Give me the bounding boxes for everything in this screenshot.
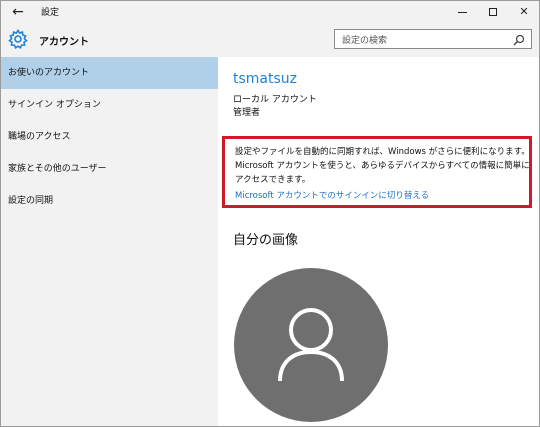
main-content: tsmatsuz ローカル アカウント 管理者 設定やファイルを自動的に同期すれ… (218, 57, 539, 426)
sidebar-item-label: 家族とその他のユーザー (8, 164, 107, 174)
sidebar-item-label: お使いのアカウント (8, 68, 90, 78)
microsoft-account-notice: 設定やファイルを自動的に同期すれば、Windows がさらに便利になります。Mi… (222, 136, 532, 208)
page-header: アカウント 設定の検索 (1, 23, 539, 57)
settings-window: ← 設定 ✕ アカウント 設定の検索 お使いのアカウント サインイン オプション… (0, 0, 540, 427)
search-placeholder: 設定の検索 (342, 36, 388, 46)
back-button[interactable]: ← (7, 2, 29, 22)
sidebar-item-your-account[interactable]: お使いのアカウント (1, 57, 218, 89)
account-username: tsmatsuz (233, 71, 298, 87)
sidebar-item-label: サインイン オプション (8, 100, 101, 110)
sidebar-item-family-users[interactable]: 家族とその他のユーザー (1, 153, 218, 185)
switch-to-microsoft-account-link[interactable]: Microsoft アカウントでのサインインに切り替える (235, 189, 429, 201)
sidebar-item-work-access[interactable]: 職場のアクセス (1, 121, 218, 153)
minimize-button[interactable] (447, 1, 477, 23)
maximize-button[interactable] (478, 1, 508, 23)
sidebar-item-label: 設定の同期 (8, 196, 54, 206)
avatar (234, 268, 388, 422)
arrow-left-icon: ← (12, 4, 24, 20)
search-icon[interactable] (513, 34, 525, 46)
notice-text: 設定やファイルを自動的に同期すれば、Windows がさらに便利になります。Mi… (235, 147, 530, 185)
title-bar: ← 設定 ✕ (1, 1, 539, 23)
account-role: 管理者 (233, 108, 261, 118)
page-title: アカウント (39, 37, 89, 48)
close-button[interactable]: ✕ (509, 1, 539, 23)
sidebar-item-label: 職場のアクセス (8, 132, 71, 142)
sidebar-item-signin-options[interactable]: サインイン オプション (1, 89, 218, 121)
minimize-icon (457, 11, 467, 13)
search-input[interactable]: 設定の検索 (334, 29, 532, 49)
window-title: 設定 (41, 8, 60, 18)
account-type: ローカル アカウント (233, 95, 317, 105)
maximize-icon (489, 8, 497, 16)
person-icon (278, 308, 344, 382)
close-icon: ✕ (519, 5, 529, 18)
sidebar-item-sync-settings[interactable]: 設定の同期 (1, 185, 218, 217)
sidebar: お使いのアカウント サインイン オプション 職場のアクセス 家族とその他のユーザ… (1, 57, 218, 426)
gear-icon (8, 29, 28, 49)
picture-section-title: 自分の画像 (233, 233, 299, 248)
